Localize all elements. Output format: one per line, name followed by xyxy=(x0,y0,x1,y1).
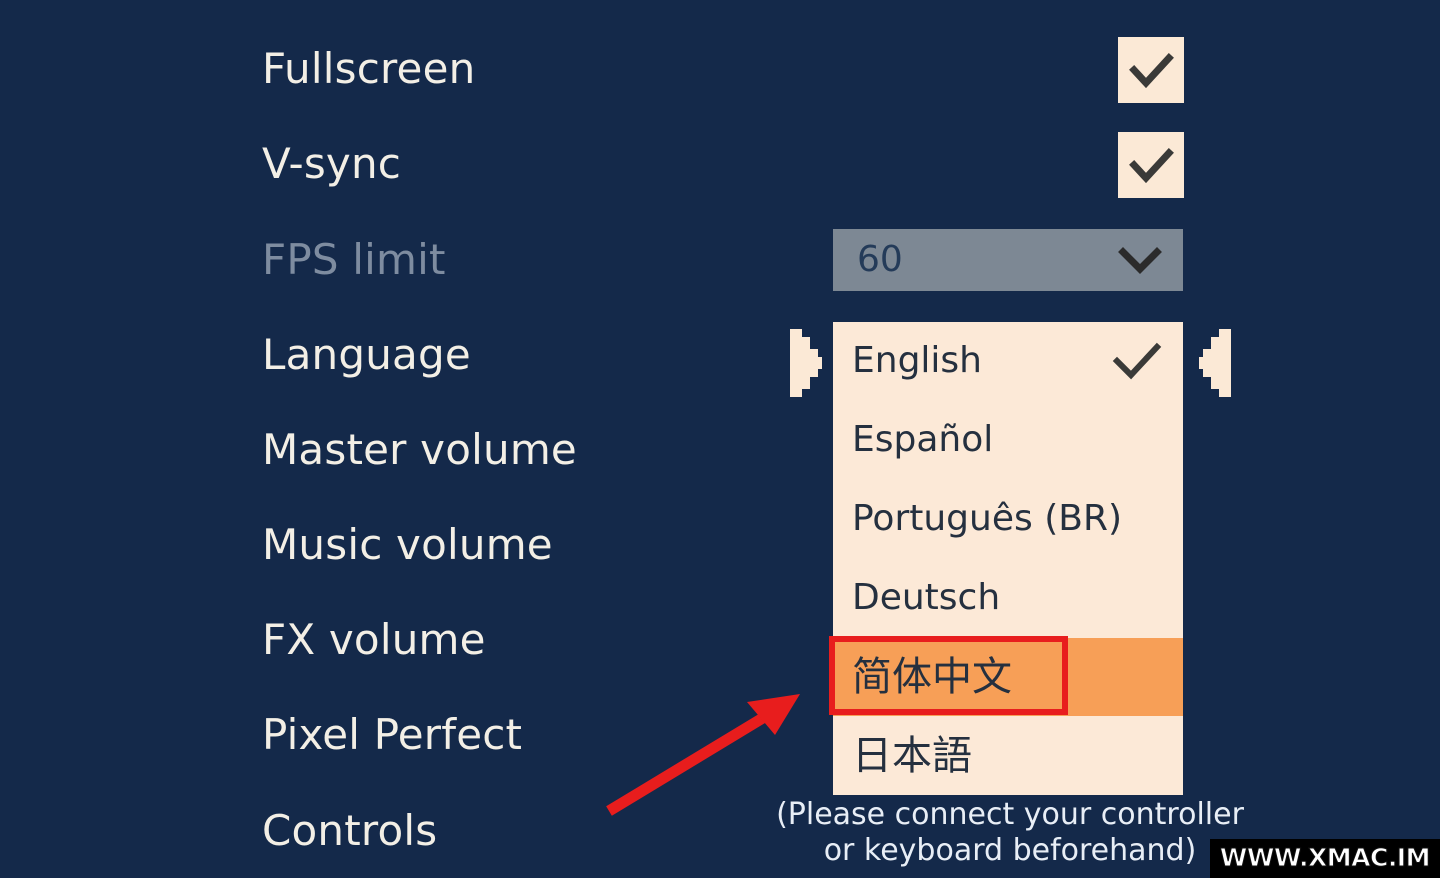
fps-limit-value: 60 xyxy=(857,239,903,280)
language-option-japanese[interactable]: 日本語 xyxy=(833,717,1183,795)
setting-label-master-volume: Master volume xyxy=(262,425,577,474)
setting-row-fullscreen[interactable]: Fullscreen xyxy=(262,46,475,92)
language-dropdown-panel: English Español Português (BR) Deutsch 简… xyxy=(833,322,1183,795)
fps-limit-select[interactable]: 60 xyxy=(833,229,1183,291)
check-icon xyxy=(1129,53,1174,89)
setting-label-music-volume: Music volume xyxy=(262,520,553,569)
vsync-checkbox[interactable] xyxy=(1118,132,1184,198)
language-option-label: Español xyxy=(852,419,994,460)
language-option-espanol[interactable]: Español xyxy=(833,401,1183,479)
fullscreen-checkbox[interactable] xyxy=(1118,37,1184,103)
setting-label-controls: Controls xyxy=(262,806,438,855)
setting-row-fps-limit: FPS limit xyxy=(262,237,446,283)
setting-row-language[interactable]: Language xyxy=(262,332,471,378)
setting-label-vsync: V-sync xyxy=(262,139,402,188)
setting-row-controls[interactable]: Controls xyxy=(262,808,437,854)
language-option-label: Português (BR) xyxy=(852,498,1122,539)
watermark: WWW.XMAC.IM xyxy=(1209,839,1440,878)
language-option-label: Deutsch xyxy=(852,577,1001,618)
controller-hint-text: (Please connect your controller or keybo… xyxy=(770,797,1250,869)
language-option-label: 简体中文 xyxy=(852,654,1012,700)
setting-row-master-volume[interactable]: Master volume xyxy=(262,427,577,473)
setting-label-fps-limit: FPS limit xyxy=(262,235,446,284)
arrow-right-pixel-icon[interactable] xyxy=(786,325,822,401)
setting-row-fx-volume[interactable]: FX volume xyxy=(262,617,486,663)
setting-row-vsync[interactable]: V-sync xyxy=(262,141,401,187)
arrow-left-pixel-icon[interactable] xyxy=(1199,325,1235,401)
language-option-label: 日本語 xyxy=(852,733,972,779)
chevron-down-icon xyxy=(1118,247,1162,274)
setting-row-music-volume[interactable]: Music volume xyxy=(262,522,553,568)
language-option-label: English xyxy=(852,340,982,381)
check-icon xyxy=(1112,342,1162,380)
controller-hint-line-2: or keyboard beforehand) xyxy=(823,833,1197,868)
check-icon xyxy=(1129,148,1174,184)
setting-row-pixel-perfect[interactable]: Pixel Perfect xyxy=(262,712,522,758)
settings-label-column: Fullscreen V-sync FPS limit Language Mas… xyxy=(262,0,822,878)
language-option-deutsch[interactable]: Deutsch xyxy=(833,559,1183,637)
language-option-portugues-br[interactable]: Português (BR) xyxy=(833,480,1183,558)
setting-label-pixel-perfect: Pixel Perfect xyxy=(262,710,523,759)
language-option-simplified-chinese[interactable]: 简体中文 xyxy=(833,638,1183,716)
controller-hint-line-1: (Please connect your controller xyxy=(776,797,1244,832)
language-option-english[interactable]: English xyxy=(833,322,1183,400)
watermark-text: WWW.XMAC.IM xyxy=(1219,843,1431,872)
setting-label-language: Language xyxy=(262,330,471,379)
setting-label-fx-volume: FX volume xyxy=(262,615,486,664)
setting-label-fullscreen: Fullscreen xyxy=(262,44,476,93)
game-settings-screen: Fullscreen V-sync FPS limit Language Mas… xyxy=(0,0,1440,878)
